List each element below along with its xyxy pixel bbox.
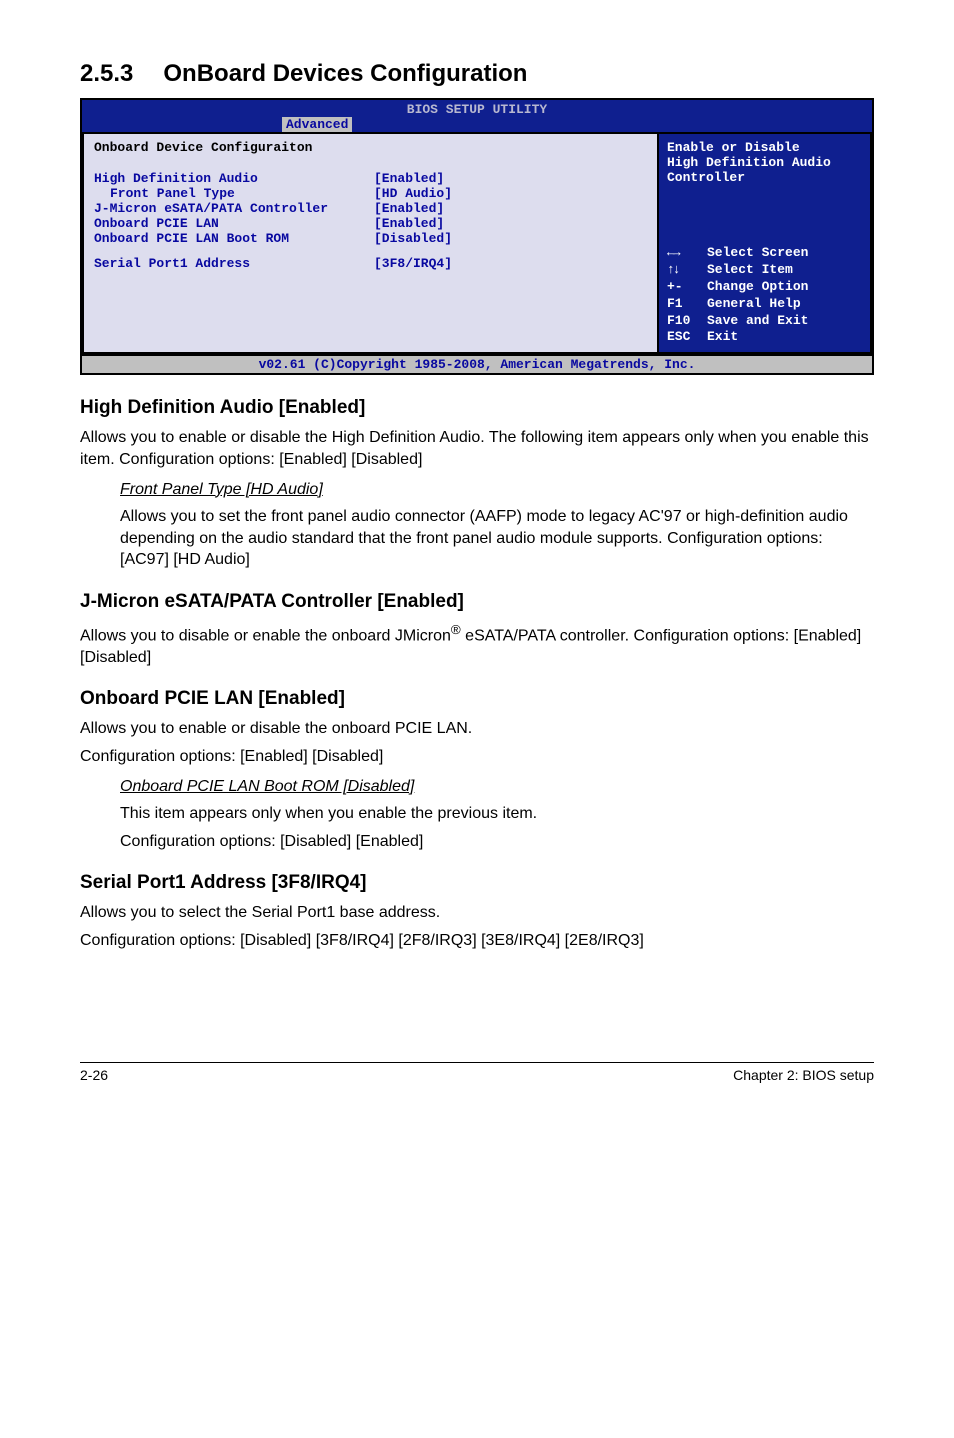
chapter-label: Chapter 2: BIOS setup [733, 1067, 874, 1083]
nav-row: F1General Help [667, 296, 862, 313]
nav-row: F10Save and Exit [667, 313, 862, 330]
bios-title: BIOS SETUP UTILITY [82, 100, 872, 117]
indented-note: Onboard PCIE LAN Boot ROM [Disabled] Thi… [120, 776, 874, 853]
nav-row: ←→Select Screen [667, 245, 862, 262]
paragraph: Configuration options: [Disabled] [3F8/I… [80, 930, 874, 952]
bios-value: [Enabled] [374, 216, 647, 231]
paragraph: Allows you to enable or disable the onbo… [80, 718, 874, 740]
section-number: 2.5.3 [80, 60, 133, 88]
nav-key: ←→ [667, 245, 707, 262]
bios-label: Serial Port1 Address [94, 256, 374, 271]
nav-key: F1 [667, 296, 707, 313]
subheading-hd-audio: High Definition Audio [Enabled] [80, 397, 874, 419]
note-title: Front Panel Type [HD Audio] [120, 481, 323, 498]
bios-tab-advanced: Advanced [282, 117, 352, 132]
paragraph: Allows you to enable or disable the High… [80, 427, 874, 470]
bios-screenshot: BIOS SETUP UTILITY Advanced Onboard Devi… [80, 98, 874, 375]
bios-label: Onboard PCIE LAN [94, 216, 374, 231]
nav-desc: Change Option [707, 279, 808, 296]
nav-row: ↑↓Select Item [667, 262, 862, 279]
nav-desc: Select Item [707, 262, 793, 279]
text-fragment: Allows you to disable or enable the onbo… [80, 627, 451, 644]
nav-desc: Save and Exit [707, 313, 808, 330]
page-footer: 2-26 Chapter 2: BIOS setup [80, 1062, 874, 1083]
bios-row: High Definition Audio [Enabled] [94, 171, 647, 186]
nav-key: F10 [667, 313, 707, 330]
bios-row: J-Micron eSATA/PATA Controller [Enabled] [94, 201, 647, 216]
bios-value: [Enabled] [374, 201, 647, 216]
nav-key: +- [667, 279, 707, 296]
bios-label: High Definition Audio [94, 171, 374, 186]
section-title: OnBoard Devices Configuration [163, 60, 527, 87]
nav-desc: Exit [707, 329, 738, 346]
help-line: Controller [667, 170, 862, 185]
bios-value: [Enabled] [374, 171, 647, 186]
subheading-jmicron: J-Micron eSATA/PATA Controller [Enabled] [80, 591, 874, 613]
paragraph: Configuration options: [Disabled] [Enabl… [120, 831, 874, 853]
paragraph: Allows you to disable or enable the onbo… [80, 621, 874, 669]
bios-row: Onboard PCIE LAN Boot ROM [Disabled] [94, 231, 647, 246]
nav-desc: Select Screen [707, 245, 808, 262]
bios-value: [3F8/IRQ4] [374, 256, 647, 271]
subheading-pcie-lan: Onboard PCIE LAN [Enabled] [80, 688, 874, 710]
bios-row: Front Panel Type [HD Audio] [94, 186, 647, 201]
registered-mark: ® [451, 622, 461, 637]
bios-body: Onboard Device Configuraiton High Defini… [82, 132, 872, 354]
bios-label: Front Panel Type [94, 186, 374, 201]
nav-key: ↑↓ [667, 262, 707, 279]
paragraph: Allows you to set the front panel audio … [120, 506, 874, 571]
section-heading: 2.5.3 OnBoard Devices Configuration [80, 60, 874, 88]
indented-note: Front Panel Type [HD Audio] Allows you t… [120, 479, 874, 571]
bios-nav-hints: ←→Select Screen ↑↓Select Item +-Change O… [667, 245, 862, 346]
bios-value: [Disabled] [374, 231, 647, 246]
nav-row: ESCExit [667, 329, 862, 346]
bios-label: Onboard PCIE LAN Boot ROM [94, 231, 374, 246]
bios-row: Serial Port1 Address [3F8/IRQ4] [94, 256, 647, 271]
bios-row: Onboard PCIE LAN [Enabled] [94, 216, 647, 231]
nav-desc: General Help [707, 296, 801, 313]
help-line: Enable or Disable [667, 140, 862, 155]
nav-key: ESC [667, 329, 707, 346]
bios-left-title: Onboard Device Configuraiton [94, 140, 647, 155]
paragraph: Configuration options: [Enabled] [Disabl… [80, 746, 874, 768]
paragraph: This item appears only when you enable t… [120, 803, 874, 825]
note-title: Onboard PCIE LAN Boot ROM [Disabled] [120, 778, 414, 795]
bios-copyright: v02.61 (C)Copyright 1985-2008, American … [82, 354, 872, 373]
bios-left-pane: Onboard Device Configuraiton High Defini… [82, 132, 657, 354]
help-line: High Definition Audio [667, 155, 862, 170]
page-number: 2-26 [80, 1067, 108, 1083]
bios-label: J-Micron eSATA/PATA Controller [94, 201, 374, 216]
subheading-serial-port: Serial Port1 Address [3F8/IRQ4] [80, 872, 874, 894]
bios-right-pane: Enable or Disable High Definition Audio … [657, 132, 872, 354]
nav-row: +-Change Option [667, 279, 862, 296]
bios-value: [HD Audio] [374, 186, 647, 201]
bios-help-text: Enable or Disable High Definition Audio … [667, 140, 862, 185]
paragraph: Allows you to select the Serial Port1 ba… [80, 902, 874, 924]
